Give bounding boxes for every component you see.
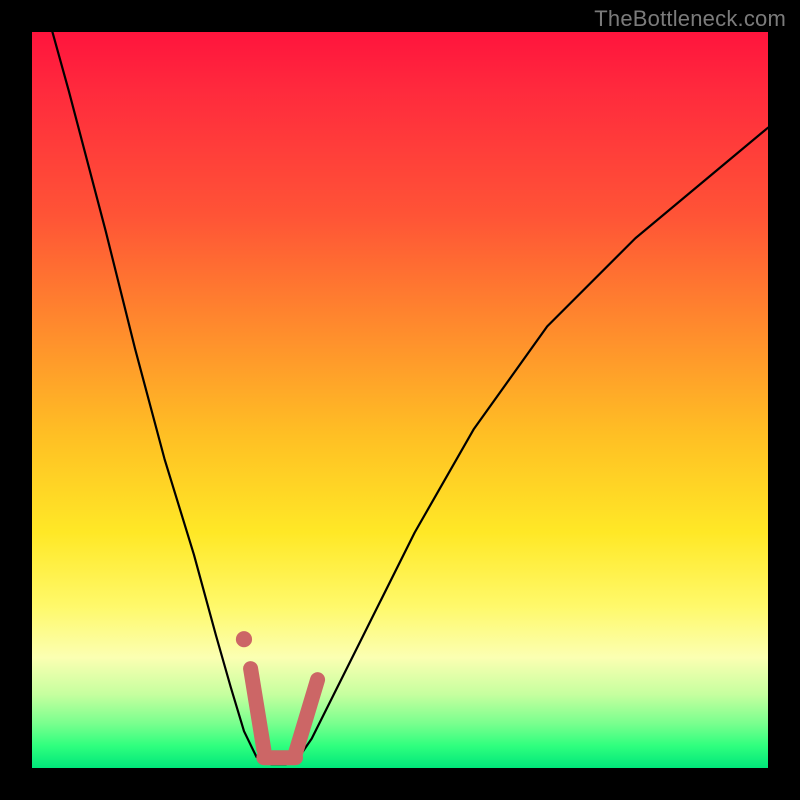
marker-thick-left — [251, 669, 264, 750]
marker-thick-right — [295, 680, 317, 754]
marker-dot — [236, 631, 252, 647]
plot-area — [32, 32, 768, 768]
curve-svg — [32, 32, 768, 768]
watermark-text: TheBottleneck.com — [594, 6, 786, 32]
bottleneck-curve — [32, 0, 768, 764]
chart-frame: TheBottleneck.com — [0, 0, 800, 800]
